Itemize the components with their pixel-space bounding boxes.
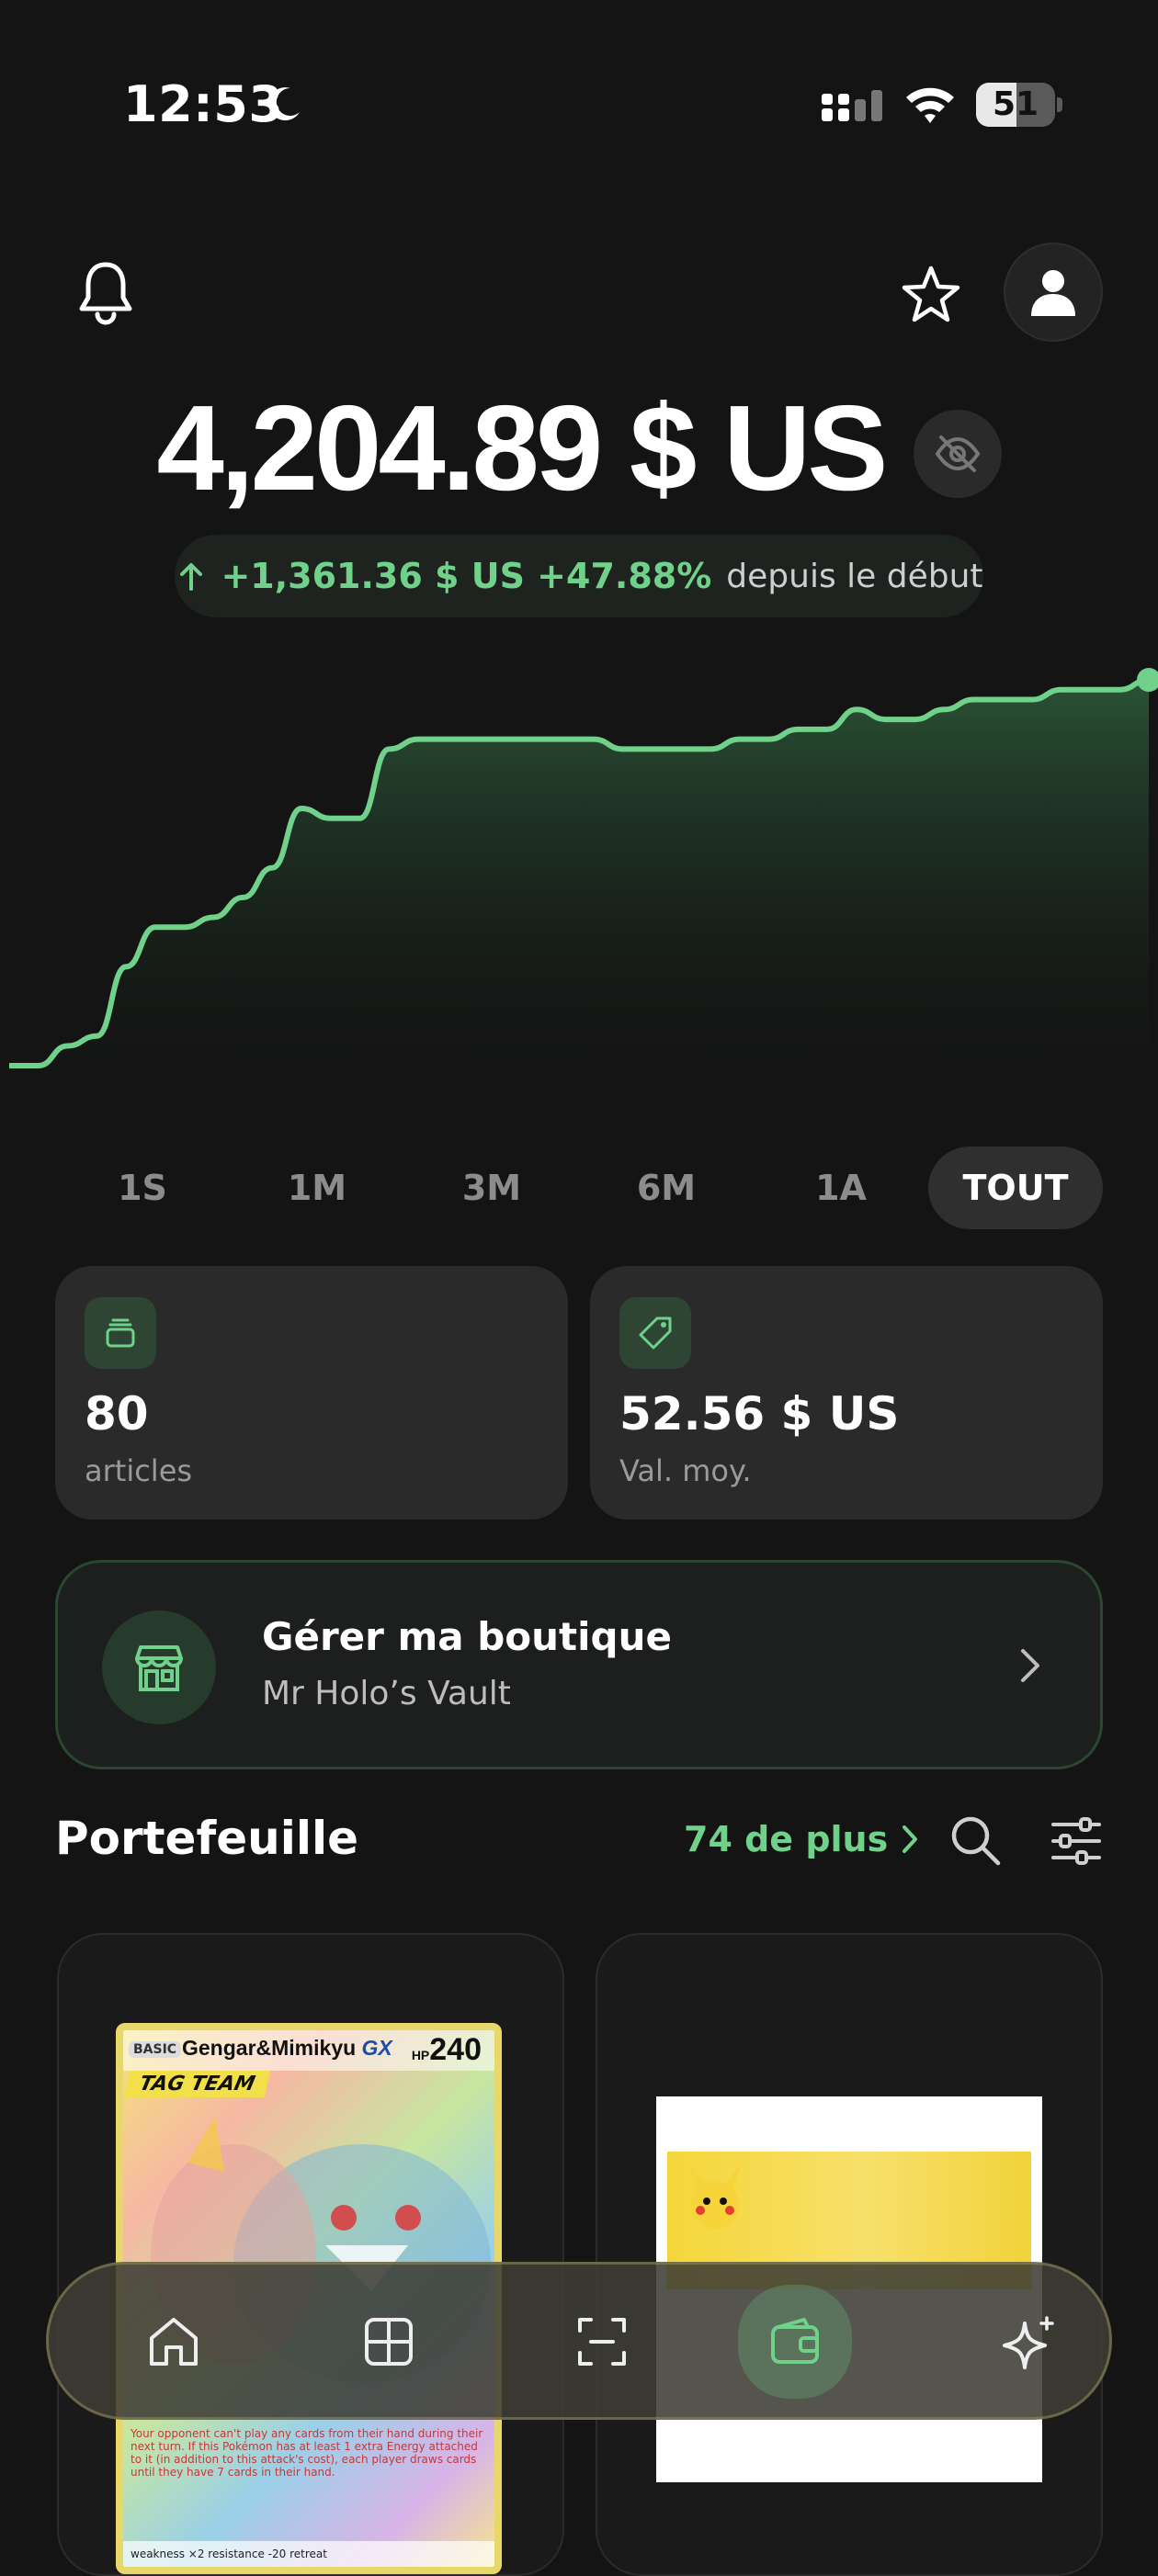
change-period-label: depuis le début xyxy=(726,557,983,595)
card-tag: TAG TEAM xyxy=(123,2071,271,2097)
range-tab-6m[interactable]: 6M xyxy=(579,1147,754,1229)
grid-icon xyxy=(365,2318,413,2366)
eye-off-icon xyxy=(935,435,980,472)
range-tab-all[interactable]: TOUT xyxy=(928,1147,1103,1229)
range-tab-1s[interactable]: 1S xyxy=(55,1147,230,1229)
home-icon xyxy=(150,2318,198,2366)
nav-collection[interactable] xyxy=(337,2290,440,2393)
wifi-icon xyxy=(906,87,954,123)
scan-icon xyxy=(578,2318,626,2366)
range-tab-3m[interactable]: 3M xyxy=(404,1147,579,1229)
filter-sliders-icon[interactable] xyxy=(1050,1815,1103,1867)
average-value-card[interactable]: 52.56 $ US Val. moy. xyxy=(590,1266,1103,1520)
range-tabs: 1S 1M 3M 6M 1A TOUT xyxy=(55,1147,1103,1229)
change-pill: +1,361.36 $ US +47.88% depuis le début xyxy=(175,535,983,617)
shop-title: Gérer ma boutique xyxy=(262,1614,672,1659)
see-more-label: 74 de plus xyxy=(684,1819,889,1859)
cellular-signal-icon xyxy=(822,90,882,121)
range-tab-1a[interactable]: 1A xyxy=(754,1147,928,1229)
manage-shop-card[interactable]: Gérer ma boutique Mr Holo’s Vault xyxy=(55,1560,1103,1769)
chevron-right-icon xyxy=(903,1825,918,1853)
card-footer: weakness ×2 resistance -20 retreat xyxy=(123,2541,494,2567)
card-hp: HP240 xyxy=(411,2032,482,2067)
portfolio-chart[interactable] xyxy=(0,643,1158,1121)
average-value-label: Val. moy. xyxy=(619,1453,752,1488)
balance-row: 4,204.89 $ US xyxy=(0,378,1158,517)
bell-icon[interactable] xyxy=(77,259,134,325)
portfolio-item-card[interactable] xyxy=(596,1933,1103,2576)
moon-icon xyxy=(268,87,300,121)
articles-label: articles xyxy=(85,1453,193,1488)
star-icon[interactable] xyxy=(901,265,961,323)
articles-card[interactable]: 80 articles xyxy=(55,1266,568,1520)
wallet-icon xyxy=(771,2318,819,2364)
card-stage: BASIC xyxy=(129,2041,182,2058)
balance-value: 4,204.89 $ US xyxy=(156,380,888,515)
shop-name: Mr Holo’s Vault xyxy=(262,1675,511,1712)
nav-home[interactable] xyxy=(122,2290,225,2393)
chevron-right-icon xyxy=(1021,1649,1039,1682)
bottom-navigation xyxy=(46,2262,1112,2420)
arrow-up-icon xyxy=(180,563,203,591)
hide-balance-button[interactable] xyxy=(913,409,1002,498)
chart-area xyxy=(9,680,1149,1121)
battery-level: 51 xyxy=(992,85,1039,123)
search-icon[interactable] xyxy=(948,1813,1002,1867)
storefront-icon xyxy=(102,1610,216,1724)
pikachu-icon xyxy=(689,2164,741,2229)
card-text: Your opponent can't play any cards from … xyxy=(131,2427,483,2479)
profile-button[interactable] xyxy=(1004,243,1103,342)
nav-ai-assistant[interactable] xyxy=(977,2290,1080,2393)
nav-scan[interactable] xyxy=(551,2290,653,2393)
see-more-link[interactable]: 74 de plus xyxy=(684,1819,921,1859)
battery-indicator: 51 xyxy=(976,83,1062,127)
sparkle-icon xyxy=(1003,2316,1054,2369)
portfolio-title: Portefeuille xyxy=(55,1812,359,1865)
stack-icon xyxy=(85,1297,156,1369)
balance-change: +1,361.36 $ US +47.88% xyxy=(221,556,712,596)
profile-icon xyxy=(1031,270,1075,316)
price-tag-icon xyxy=(619,1297,691,1369)
portfolio-item-card[interactable]: BASIC Gengar&Mimikyu GX HP240 TAG TEAM Y… xyxy=(57,1933,564,2576)
articles-count: 80 xyxy=(85,1387,149,1441)
range-tab-1m[interactable]: 1M xyxy=(230,1147,404,1229)
average-value: 52.56 $ US xyxy=(619,1387,900,1441)
card-name: Gengar&Mimikyu GX xyxy=(182,2036,392,2060)
status-time: 12:53 xyxy=(123,75,284,133)
nav-portfolio[interactable] xyxy=(738,2285,852,2399)
